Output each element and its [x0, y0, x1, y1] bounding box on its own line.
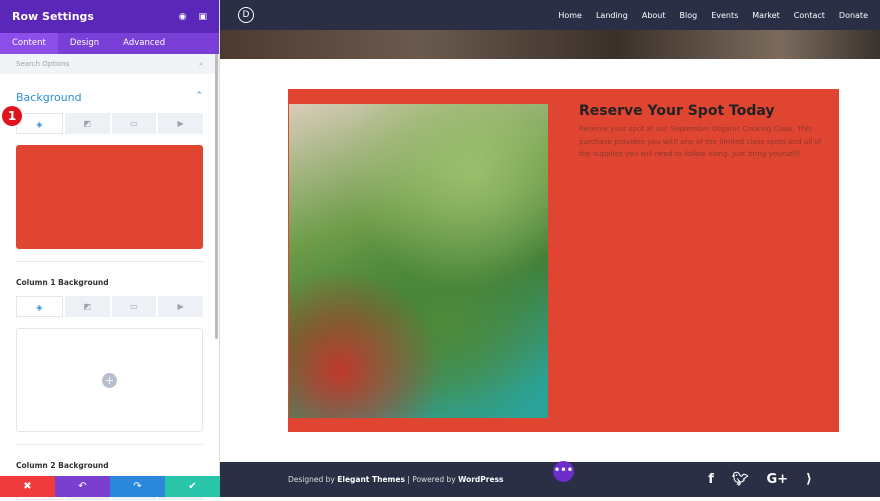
redo-button[interactable]: ↷	[110, 476, 165, 497]
image-tab-icon[interactable]: ▭	[111, 113, 157, 134]
background-section-toggle[interactable]: Background ⌃	[16, 91, 203, 104]
twitter-icon[interactable]: 🐦︎	[732, 472, 749, 487]
color-tab-icon[interactable]: ◈	[16, 296, 63, 317]
tab-content[interactable]: Content	[0, 33, 58, 54]
image-tab-icon[interactable]: ▭	[111, 296, 157, 317]
color-tab-icon[interactable]: ◈	[16, 113, 63, 134]
credits: Designed by Elegant Themes | Powered by …	[288, 475, 504, 484]
panel-title: Row Settings	[12, 10, 94, 23]
google-plus-icon[interactable]: G+	[766, 472, 788, 487]
panel-header: Row Settings ◉ ▣	[0, 0, 219, 33]
hero-image	[220, 30, 880, 59]
undo-button[interactable]: ↶	[55, 476, 110, 497]
site-footer: Designed by Elegant Themes | Powered by …	[220, 462, 880, 497]
tab-design[interactable]: Design	[58, 33, 111, 54]
tab-advanced[interactable]: Advanced	[111, 33, 177, 54]
rss-icon[interactable]: ⟩	[806, 472, 812, 487]
nav-blog[interactable]: Blog	[680, 11, 698, 20]
nav-about[interactable]: About	[642, 11, 666, 20]
nav-landing[interactable]: Landing	[596, 11, 628, 20]
focus-icon[interactable]: ◉	[179, 12, 187, 22]
nav-home[interactable]: Home	[558, 11, 582, 20]
column2-label: Column 2 Background	[16, 461, 109, 470]
search-input[interactable]: Search Options ⌕	[0, 54, 219, 74]
gradient-tab-icon[interactable]: ◩	[64, 296, 110, 317]
search-icon: ⌕	[199, 59, 203, 68]
more-options-button[interactable]: •••	[553, 461, 574, 482]
settings-panel: Row Settings ◉ ▣ Content Design Advanced …	[0, 0, 220, 500]
scrollbar[interactable]	[215, 54, 218, 339]
video-tab-icon[interactable]: ▶	[158, 113, 203, 134]
search-placeholder: Search Options	[16, 60, 70, 68]
cancel-button[interactable]: ✖	[0, 476, 55, 497]
facebook-icon[interactable]: f	[708, 472, 714, 487]
row-section[interactable]: Reserve Your Spot Today Reserve your spot…	[288, 89, 839, 432]
section-title: Background	[16, 91, 82, 104]
nav-donate[interactable]: Donate	[839, 11, 868, 20]
background-color-preview[interactable]	[16, 145, 203, 249]
step-badge: 1	[2, 106, 22, 126]
heading: Reserve Your Spot Today	[579, 103, 775, 119]
column1-background-empty[interactable]: +	[16, 328, 203, 432]
save-button[interactable]: ✔	[165, 476, 220, 497]
chevron-up-icon: ⌃	[195, 91, 203, 101]
site-preview: D Home Landing About Blog Events Market …	[220, 0, 880, 497]
site-logo[interactable]: D	[238, 7, 254, 23]
nav-market[interactable]: Market	[752, 11, 780, 20]
sidebar-toggle-icon[interactable]: ▣	[198, 12, 207, 22]
nav-events[interactable]: Events	[711, 11, 738, 20]
column1-label: Column 1 Background	[16, 278, 109, 287]
body-text: Reserve your spot at our September Organ…	[579, 124, 822, 158]
gradient-tab-icon[interactable]: ◩	[64, 113, 110, 134]
vegetables-photo	[289, 104, 548, 418]
add-icon[interactable]: +	[102, 372, 117, 388]
video-tab-icon[interactable]: ▶	[158, 296, 203, 317]
nav-contact[interactable]: Contact	[794, 11, 825, 20]
